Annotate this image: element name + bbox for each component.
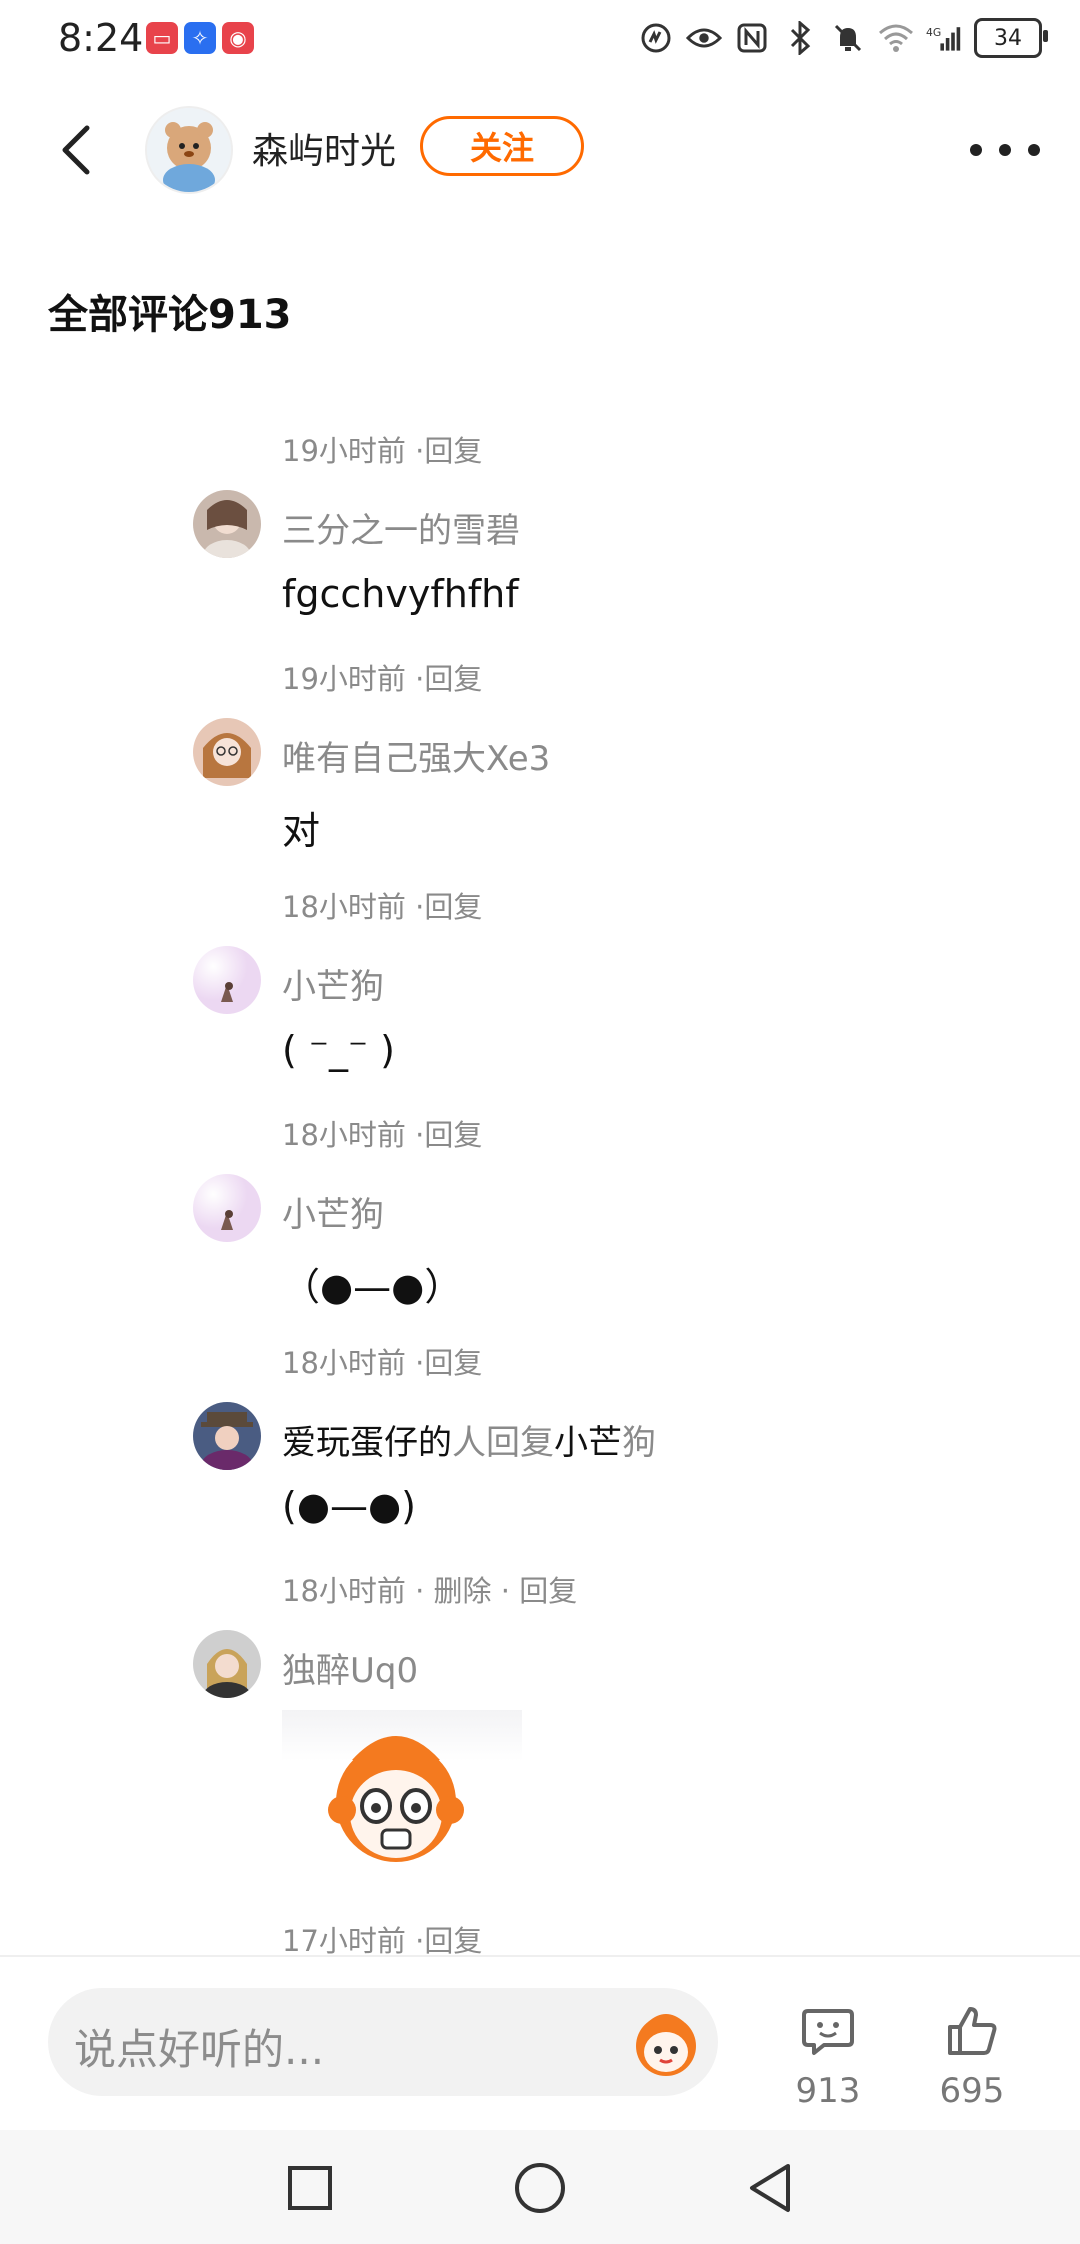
commenter-avatar[interactable] [193, 1402, 261, 1470]
system-nav-bar [0, 2130, 1080, 2244]
battery-indicator: 34 [974, 18, 1048, 58]
triangle-back-icon [750, 2164, 790, 2212]
back-button[interactable] [46, 120, 106, 180]
post-header: 森屿时光 关注 [0, 100, 1080, 200]
recents-button[interactable] [278, 2156, 342, 2220]
comment-count: 913 [795, 2071, 861, 2111]
comment-time-row[interactable]: 19小时前 ·回复 [282, 428, 482, 470]
reply-target-tail[interactable]: 狗 [622, 1423, 656, 1463]
commenter-avatar[interactable] [193, 946, 261, 1014]
reply-connector: 人回复 [452, 1423, 554, 1463]
status-time: 8:24 [58, 16, 144, 60]
commenter-name[interactable]: 小芒狗 [282, 959, 384, 1008]
comments-section-title: 全部评论913 [48, 292, 292, 338]
bottom-divider [0, 1955, 1080, 1957]
comment-bubble-icon [802, 2009, 854, 2055]
home-button[interactable] [508, 2156, 572, 2220]
comment-text: （●—●） [282, 1265, 463, 1309]
book-app-icon: ▭ [146, 22, 178, 54]
author-avatar[interactable] [145, 106, 233, 194]
wifi-icon [878, 20, 914, 56]
comment-text: ( ⁻_⁻ ) [282, 1028, 395, 1072]
signal-icon: 4G [926, 20, 962, 56]
like-count: 695 [939, 2071, 1005, 2111]
comment-input[interactable]: 说点好听的... [48, 1988, 718, 2096]
commenter-name[interactable]: 小芒狗 [282, 1187, 384, 1236]
commenter-avatar[interactable] [193, 1630, 261, 1698]
commenter-avatar[interactable] [193, 490, 261, 558]
comment-time-row[interactable]: 18小时前 ·回复 [282, 1112, 482, 1154]
comment-text: 对 [282, 809, 321, 853]
follow-button[interactable]: 关注 [420, 116, 584, 176]
nfc-icon [734, 20, 770, 56]
commenter-name[interactable]: 唯有自己强大Xe3 [282, 731, 550, 780]
dot-icon [999, 144, 1011, 156]
comment-time-row[interactable]: 18小时前 · 删除 · 回复 [282, 1568, 577, 1610]
status-bar: 8:24 ▭ ✧ ◉ 4G 34 [0, 0, 1080, 80]
comment-count-button[interactable]: 913 [768, 2003, 888, 2111]
bulb-app-icon: ✧ [184, 22, 216, 54]
svg-text:4G: 4G [926, 26, 941, 39]
thumbs-up-icon [948, 2007, 997, 2055]
commenter-name-reply: 爱玩蛋仔的人回复小芒狗 [282, 1415, 656, 1464]
notification-icons: ▭ ✧ ◉ [146, 22, 254, 54]
like-button[interactable]: 695 [912, 2003, 1032, 2111]
comment-text: (●—●) [282, 1484, 416, 1528]
reply-target-name[interactable]: 小芒 [554, 1423, 622, 1463]
dot-icon [970, 144, 982, 156]
commenter-avatar[interactable] [193, 718, 261, 786]
comment-time-row[interactable]: 17小时前 ·回复 [282, 1918, 482, 1960]
comment-input-placeholder: 说点好听的... [74, 2025, 325, 2074]
chevron-left-icon [62, 125, 90, 175]
commenter-name[interactable]: 独醉Uq0 [282, 1643, 418, 1692]
author-name[interactable]: 森屿时光 [252, 122, 396, 174]
commenter-avatar[interactable] [193, 1174, 261, 1242]
more-options-button[interactable] [970, 130, 1040, 170]
comment-text: fgcchvyfhfhf [282, 572, 519, 616]
back-nav-button[interactable] [738, 2156, 802, 2220]
commenter-name[interactable]: 三分之一的雪碧 [282, 503, 520, 552]
circle-icon [515, 2163, 565, 2213]
game-app-icon: ◉ [222, 22, 254, 54]
reply-user-name[interactable]: 爱玩蛋仔的 [282, 1423, 452, 1463]
eye-icon [686, 20, 722, 56]
comment-time-row[interactable]: 18小时前 ·回复 [282, 1340, 482, 1382]
emoji-sticker-icon[interactable] [624, 2000, 708, 2084]
comment-time-row[interactable]: 18小时前 ·回复 [282, 884, 482, 926]
hd-call-icon [638, 20, 674, 56]
comment-sticker[interactable] [282, 1710, 522, 1880]
bluetooth-icon [782, 20, 818, 56]
status-right-icons: 4G 34 [638, 18, 1048, 58]
square-icon [288, 2166, 332, 2210]
mute-icon [830, 20, 866, 56]
comment-time-row[interactable]: 19小时前 ·回复 [282, 656, 482, 698]
dot-icon [1028, 144, 1040, 156]
